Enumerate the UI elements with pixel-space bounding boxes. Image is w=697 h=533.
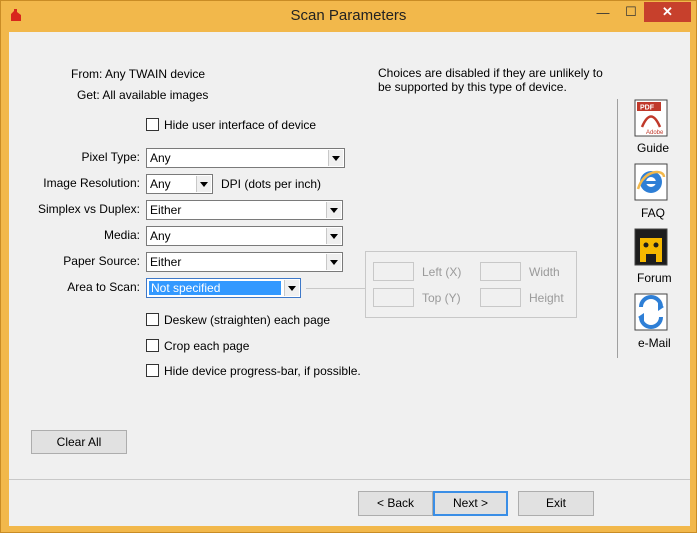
disabled-note-line2: be supported by this type of device. [378, 80, 567, 94]
pixel-type-select[interactable]: Any [146, 148, 345, 168]
sidebar-item-label: FAQ [641, 206, 666, 220]
left-x-input[interactable] [373, 262, 414, 281]
clear-all-button[interactable]: Clear All [31, 430, 127, 454]
dpi-unit-label: DPI (dots per inch) [221, 177, 322, 191]
deskew-checkbox[interactable] [146, 313, 159, 326]
internet-explorer-icon [634, 163, 668, 201]
paper-source-label: Paper Source: [63, 254, 140, 268]
chevron-down-icon[interactable] [328, 150, 343, 166]
top-y-label: Top (Y) [422, 291, 461, 305]
bottom-separator [9, 479, 690, 480]
next-button[interactable]: Next > [433, 491, 508, 516]
paper-source-value: Either [150, 255, 182, 269]
deskew-label: Deskew (straighten) each page [164, 313, 331, 327]
dialog-body: From: Any TWAIN device Get: All availabl… [9, 32, 690, 526]
chevron-down-icon[interactable] [196, 176, 211, 192]
resolution-value: Any [150, 177, 171, 191]
scan-parameters-window: Scan Parameters — ☐ ✕ From: Any TWAIN de… [0, 0, 697, 533]
hide-ui-label: Hide user interface of device [164, 118, 317, 132]
paper-source-select[interactable]: Either [146, 252, 343, 272]
area-connector-line [306, 288, 365, 289]
duplex-value: Either [150, 203, 182, 217]
area-to-scan-label: Area to Scan: [67, 280, 140, 294]
forum-icon [634, 228, 668, 266]
chevron-down-icon[interactable] [326, 228, 341, 244]
minimize-button[interactable]: — [590, 2, 616, 22]
svg-text:PDF: PDF [640, 105, 655, 112]
title-bar[interactable]: Scan Parameters — ☐ ✕ [1, 1, 696, 32]
sidebar-divider [617, 99, 618, 358]
width-input[interactable] [480, 262, 521, 281]
svg-text:Adobe: Adobe [646, 130, 664, 136]
get-images-text: Get: All available images [77, 88, 209, 102]
left-x-label: Left (X) [422, 265, 462, 279]
pixel-type-label: Pixel Type: [81, 150, 140, 164]
chevron-down-icon[interactable] [326, 254, 341, 270]
resolution-select[interactable]: Any [146, 174, 213, 194]
media-value: Any [150, 229, 171, 243]
chevron-down-icon[interactable] [326, 202, 341, 218]
sidebar-item-label: Forum [637, 271, 672, 285]
pixel-type-value: Any [150, 151, 171, 165]
close-button[interactable]: ✕ [644, 2, 691, 22]
height-label: Height [529, 291, 564, 305]
maximize-button[interactable]: ☐ [618, 2, 644, 22]
duplex-select[interactable]: Either [146, 200, 343, 220]
email-icon [634, 293, 668, 331]
chevron-down-icon[interactable] [284, 280, 299, 296]
media-label: Media: [103, 228, 140, 242]
hide-progress-label: Hide device progress-bar, if possible. [164, 364, 361, 378]
height-input[interactable] [480, 288, 521, 307]
area-to-scan-value: Not specified [149, 281, 281, 295]
media-select[interactable]: Any [146, 226, 343, 246]
source-device-text: From: Any TWAIN device [71, 67, 206, 81]
exit-button[interactable]: Exit [518, 491, 594, 516]
crop-label: Crop each page [164, 339, 250, 353]
crop-checkbox[interactable] [146, 339, 159, 352]
area-coordinates-box: Left (X) Width Top (Y) Height [365, 251, 577, 318]
resolution-label: Image Resolution: [43, 176, 140, 190]
width-label: Width [529, 265, 560, 279]
sidebar-item-label: Guide [637, 141, 670, 155]
sidebar-item-label: e-Mail [638, 336, 671, 350]
hide-ui-checkbox[interactable] [146, 118, 159, 131]
area-to-scan-select[interactable]: Not specified [146, 278, 301, 298]
hide-progress-checkbox[interactable] [146, 364, 159, 377]
pdf-icon: PDF Adobe [634, 99, 668, 137]
duplex-label: Simplex vs Duplex: [37, 202, 140, 216]
top-y-input[interactable] [373, 288, 414, 307]
disabled-note-line1: Choices are disabled if they are unlikel… [378, 66, 603, 80]
back-button[interactable]: < Back [358, 491, 433, 516]
